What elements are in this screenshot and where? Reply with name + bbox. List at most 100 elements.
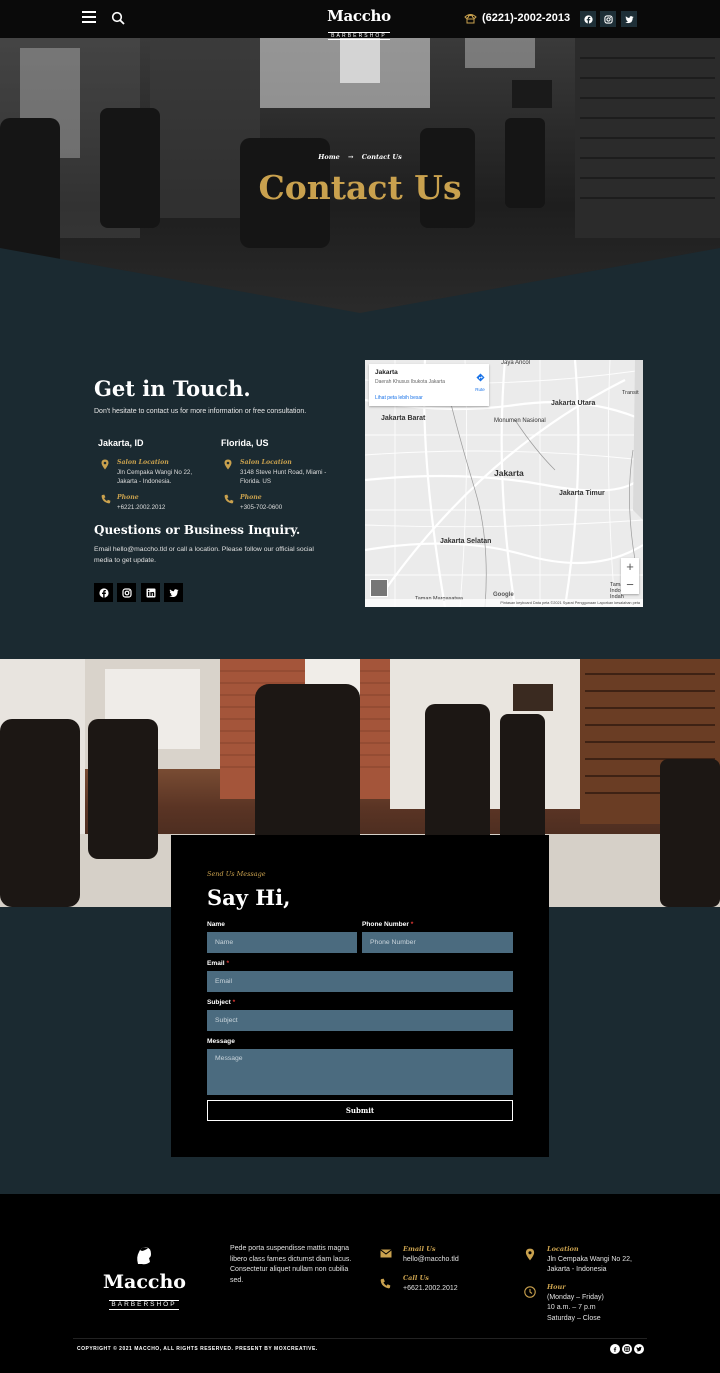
location-map[interactable]: Jakarta Utara Jakarta Barat Monumen Nasi…: [365, 360, 643, 607]
logo-subtext: BARBERSHOP: [328, 32, 390, 40]
facebook-icon[interactable]: [94, 583, 113, 602]
message-textarea[interactable]: [207, 1049, 513, 1095]
florida-phone[interactable]: +305-702-0600: [240, 504, 282, 511]
map-card-title: Jakarta: [375, 369, 398, 376]
header-phone[interactable]: (6221)-2002-2013: [464, 12, 570, 24]
florida-location-label: Salon Location: [240, 459, 292, 466]
footer-call[interactable]: +6621.2002.2012: [403, 1285, 458, 1292]
required-mark: *: [232, 999, 236, 1006]
contact-form: Send Us Message Say Hi, Name Phone Numbe…: [171, 835, 549, 1157]
map-layer-toggle[interactable]: [370, 579, 388, 597]
footer-call-label: Call Us: [403, 1274, 429, 1282]
footer-email-label: Email Us: [403, 1245, 436, 1253]
phone-number-input[interactable]: [362, 932, 513, 953]
map-directions-label: Rute: [475, 387, 485, 392]
twitter-icon[interactable]: [621, 11, 637, 27]
jakarta-address-line1: Jln Cempaka Wangi No 22,: [117, 468, 193, 476]
required-mark: *: [226, 960, 230, 967]
florida-phone-label: Phone: [240, 494, 262, 501]
footer-email[interactable]: hello@maccho.tld: [403, 1256, 459, 1263]
name-label: Name: [207, 921, 225, 928]
submit-button[interactable]: Submit: [207, 1100, 513, 1121]
map-zoom-in-button[interactable]: +: [621, 558, 639, 576]
office-city-florida: Florida, US: [221, 438, 269, 448]
map-card-subtitle: Daerah Khusus Ibukota Jakarta: [375, 379, 446, 385]
subject-label: Subject *: [207, 999, 235, 1006]
footer-hour-line2: 10 a.m. – 7 p.m: [547, 1304, 596, 1312]
footer-logo-subtext: BARBERSHOP: [109, 1300, 179, 1310]
form-kicker: Send Us Message: [207, 870, 266, 878]
footer-location-block: Location Jln Cempaka Wangi No 22, Jakart…: [547, 1244, 632, 1276]
location-pin-icon: [101, 459, 109, 470]
logo-text: Maccho: [327, 7, 391, 25]
top-header: Maccho BARBERSHOP (6221)-2002-2013: [0, 0, 720, 40]
map-attribution: Pintasan keyboard Data peta ©2021 Syarat…: [365, 599, 643, 607]
inquiry-heading: Questions or Business Inquiry.: [94, 523, 301, 537]
jakarta-phone-label: Phone: [117, 494, 139, 501]
jakarta-phone[interactable]: +6221.2002.2012: [117, 504, 165, 511]
get-in-touch-description: Don't hesitate to contact us for more in…: [94, 408, 307, 415]
breadcrumb-current: Contact Us: [361, 153, 402, 161]
subject-input[interactable]: [207, 1010, 513, 1031]
map-label-monumen: Monumen Nasional: [494, 418, 546, 424]
footer-email-block: Email Us hello@maccho.tld: [403, 1244, 459, 1265]
page-title: Contact Us: [258, 168, 462, 207]
map-label-jakarta-utara: Jakarta Utara: [551, 400, 596, 407]
florida-address-line1: 3148 Steve Hunt Road, Miami -: [240, 468, 327, 476]
phone-icon: [380, 1278, 391, 1289]
copyright-text: COPYRIGHT © 2021 MACCHO, ALL RIGHTS RESE…: [77, 1346, 318, 1352]
facebook-icon[interactable]: [610, 1344, 620, 1354]
footer-hour-line1: (Monday – Friday): [547, 1293, 604, 1301]
footer-logo[interactable]: Maccho BARBERSHOP: [103, 1244, 186, 1311]
breadcrumb-separator: →: [348, 153, 354, 161]
twitter-icon[interactable]: [164, 583, 183, 602]
phone-number-label: Phone Number *: [362, 921, 413, 928]
phone-icon: [224, 494, 234, 504]
name-label-text: Name: [207, 921, 225, 928]
inquiry-text: Email hello@maccho.tld or call a locatio…: [94, 546, 314, 564]
search-icon[interactable]: [111, 11, 125, 25]
clock-icon: [524, 1286, 536, 1298]
map-zoom-controls: + −: [621, 558, 639, 594]
required-mark: *: [410, 921, 414, 928]
phone-number-label-text: Phone Number: [362, 921, 409, 928]
map-label-jaya-ancol: Jaya Ancol: [501, 360, 531, 366]
hamburger-menu-icon[interactable]: [82, 11, 96, 23]
form-heading: Say Hi,: [207, 885, 291, 910]
map-info-card: Jakarta Daerah Khusus Ibukota Jakarta Li…: [369, 364, 489, 406]
instagram-icon[interactable]: [117, 583, 136, 602]
site-logo[interactable]: Maccho BARBERSHOP: [325, 8, 393, 42]
google-logo: Google: [493, 592, 514, 598]
footer-divider: [73, 1338, 647, 1339]
directions-icon: [475, 373, 485, 382]
map-directions-button[interactable]: Rute: [473, 369, 487, 392]
site-footer: Maccho BARBERSHOP Pede porta suspendisse…: [0, 1194, 720, 1373]
message-label-text: Message: [207, 1038, 235, 1045]
map-larger-link[interactable]: Lihat peta lebih besar: [375, 395, 423, 401]
facebook-icon[interactable]: [580, 11, 596, 27]
envelope-icon: [380, 1249, 392, 1258]
map-zoom-out-button[interactable]: −: [621, 576, 639, 594]
footer-hour-line3: Saturday – Close: [547, 1314, 601, 1322]
breadcrumb-home-link[interactable]: Home: [318, 153, 340, 161]
footer-hour-label: Hour: [547, 1283, 566, 1291]
footer-location-line2: Jakarta - Indonesia: [547, 1266, 607, 1274]
name-input[interactable]: [207, 932, 357, 953]
jakarta-location-label: Salon Location: [117, 459, 169, 466]
twitter-icon[interactable]: [634, 1344, 644, 1354]
footer-logo-text: Maccho: [103, 1271, 186, 1293]
map-label-jakarta-timur: Jakarta Timur: [559, 490, 605, 497]
phone-icon: [464, 13, 477, 23]
barber-head-icon: [137, 1247, 151, 1265]
breadcrumb: Home → Contact Us: [0, 153, 720, 161]
instagram-icon[interactable]: [622, 1344, 632, 1354]
get-in-touch-heading: Get in Touch.: [94, 376, 251, 401]
jakarta-salon-location: Salon Location Jln Cempaka Wangi No 22, …: [117, 458, 192, 487]
florida-address-line2: Florida. US: [240, 478, 271, 485]
email-input[interactable]: [207, 971, 513, 992]
linkedin-icon[interactable]: [141, 583, 160, 602]
instagram-icon[interactable]: [600, 11, 616, 27]
jakarta-phone-block: Phone +6221.2002.2012: [117, 493, 165, 512]
location-pin-icon: [525, 1248, 535, 1261]
footer-hours-block: Hour (Monday – Friday) 10 a.m. – 7 p.m S…: [547, 1282, 604, 1324]
